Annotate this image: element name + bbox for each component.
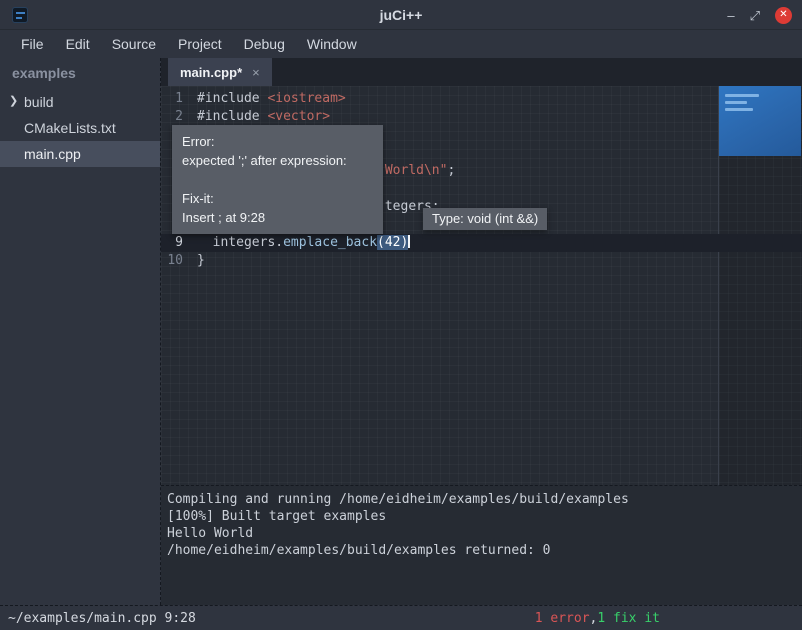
code-line-1[interactable]: 1#include <iostream> <box>161 90 802 108</box>
menu-item-window[interactable]: Window <box>296 31 368 57</box>
window-title: juCi++ <box>380 7 423 23</box>
tab-bar: main.cpp* × <box>161 58 802 86</box>
code-line-2[interactable]: 2#include <vector> <box>161 108 802 126</box>
code-token: ) <box>401 235 409 250</box>
line-number: 2 <box>161 108 191 126</box>
code-token: . <box>275 235 283 250</box>
code-line-9[interactable]: 9 integers.emplace_back(42) <box>161 234 802 252</box>
menu-item-file[interactable]: File <box>10 31 55 57</box>
status-separator: , <box>590 611 598 626</box>
code-token: <vector> <box>267 109 330 124</box>
file-tree: ❯ build CMakeLists.txt main.cpp <box>0 89 160 167</box>
menu-item-source[interactable]: Source <box>101 31 167 57</box>
type-tooltip: Type: void (int &&) <box>423 208 547 230</box>
error-tooltip-message: expected ';' after expression: <box>182 151 373 170</box>
code-token: integers <box>213 235 276 250</box>
terminal-line: Compiling and running /home/eidheim/exam… <box>167 491 796 508</box>
line-number: 1 <box>161 90 191 108</box>
maximize-icon[interactable]: ⤢ <box>750 9 760 22</box>
menu-item-debug[interactable]: Debug <box>233 31 296 57</box>
status-file-position: ~/examples/main.cpp 9:28 <box>8 611 196 626</box>
line-number: 9 <box>161 234 191 252</box>
code-text: #include <vector> <box>191 108 330 126</box>
thumbnail-line <box>725 94 759 97</box>
sidebar: examples ❯ build CMakeLists.txt main.cpp <box>0 58 161 605</box>
chevron-right-icon[interactable]: ❯ <box>9 94 18 107</box>
code-line-10[interactable]: 10} <box>161 252 802 270</box>
minimize-icon[interactable]: – <box>727 9 734 22</box>
thumbnail-line <box>725 101 747 104</box>
tooltip-spacer <box>182 170 373 189</box>
app-window: juCi++ – ⤢ ✕ FileEditSourceProjectDebugW… <box>0 0 802 630</box>
code-text: integers.emplace_back(42) <box>191 234 410 252</box>
tree-item-main-cpp[interactable]: main.cpp <box>0 141 160 167</box>
code-token: } <box>197 253 205 268</box>
terminal-line: Hello World <box>167 525 796 542</box>
app-icon <box>12 7 28 23</box>
text-cursor <box>408 235 410 248</box>
status-diagnostics: 1 error , 1 fix it <box>535 606 660 630</box>
code-token: ( <box>377 235 385 250</box>
terminal-output[interactable]: Compiling and running /home/eidheim/exam… <box>161 485 802 605</box>
tree-item-build[interactable]: ❯ build <box>0 89 160 115</box>
tab-main-cpp[interactable]: main.cpp* × <box>168 58 272 86</box>
thumbnail-line <box>725 108 753 111</box>
code-editor[interactable]: 1#include <iostream>2#include <vector>34… <box>161 86 802 485</box>
code-token: <iostream> <box>267 91 345 106</box>
close-icon[interactable]: ✕ <box>775 7 792 24</box>
tab-label: main.cpp* <box>180 65 242 80</box>
window-controls: – ⤢ ✕ <box>727 0 792 30</box>
error-tooltip-title: Error: <box>182 132 373 151</box>
menu-bar: FileEditSourceProjectDebugWindow <box>0 30 802 58</box>
status-error-count: 1 error <box>535 611 590 626</box>
code-token: World\n" <box>385 163 448 178</box>
terminal-line: [100%] Built target examples <box>167 508 796 525</box>
code-token: emplace_back <box>283 235 377 250</box>
tree-item-label: CMakeLists.txt <box>24 120 116 136</box>
fixit-label: Fix-it: <box>182 189 373 208</box>
code-token: 42 <box>385 235 401 250</box>
tree-item-label: build <box>24 94 54 110</box>
editor-overview-thumbnail <box>719 86 801 156</box>
code-token: #include <box>197 109 267 124</box>
status-fixit-count: 1 fix it <box>597 611 660 626</box>
code-token <box>197 235 213 250</box>
fixit-message: Insert ; at 9:28 <box>182 208 373 227</box>
code-text: #include <iostream> <box>191 90 346 108</box>
status-bar: ~/examples/main.cpp 9:28 1 error , 1 fix… <box>0 605 802 630</box>
error-tooltip: Error: expected ';' after expression: Fi… <box>172 125 383 234</box>
code-text: } <box>191 252 205 270</box>
tree-item-label: main.cpp <box>24 146 81 162</box>
menu-item-project[interactable]: Project <box>167 31 233 57</box>
tab-close-icon[interactable]: × <box>252 65 260 80</box>
title-bar: juCi++ – ⤢ ✕ <box>0 0 802 30</box>
tree-item-cmakelists-txt[interactable]: CMakeLists.txt <box>0 115 160 141</box>
terminal-line: /home/eidheim/examples/build/examples re… <box>167 542 796 559</box>
line-number: 10 <box>161 252 191 270</box>
menu-item-edit[interactable]: Edit <box>55 31 101 57</box>
project-name: examples <box>0 58 160 89</box>
code-token: #include <box>197 91 267 106</box>
code-token: ; <box>447 163 455 178</box>
